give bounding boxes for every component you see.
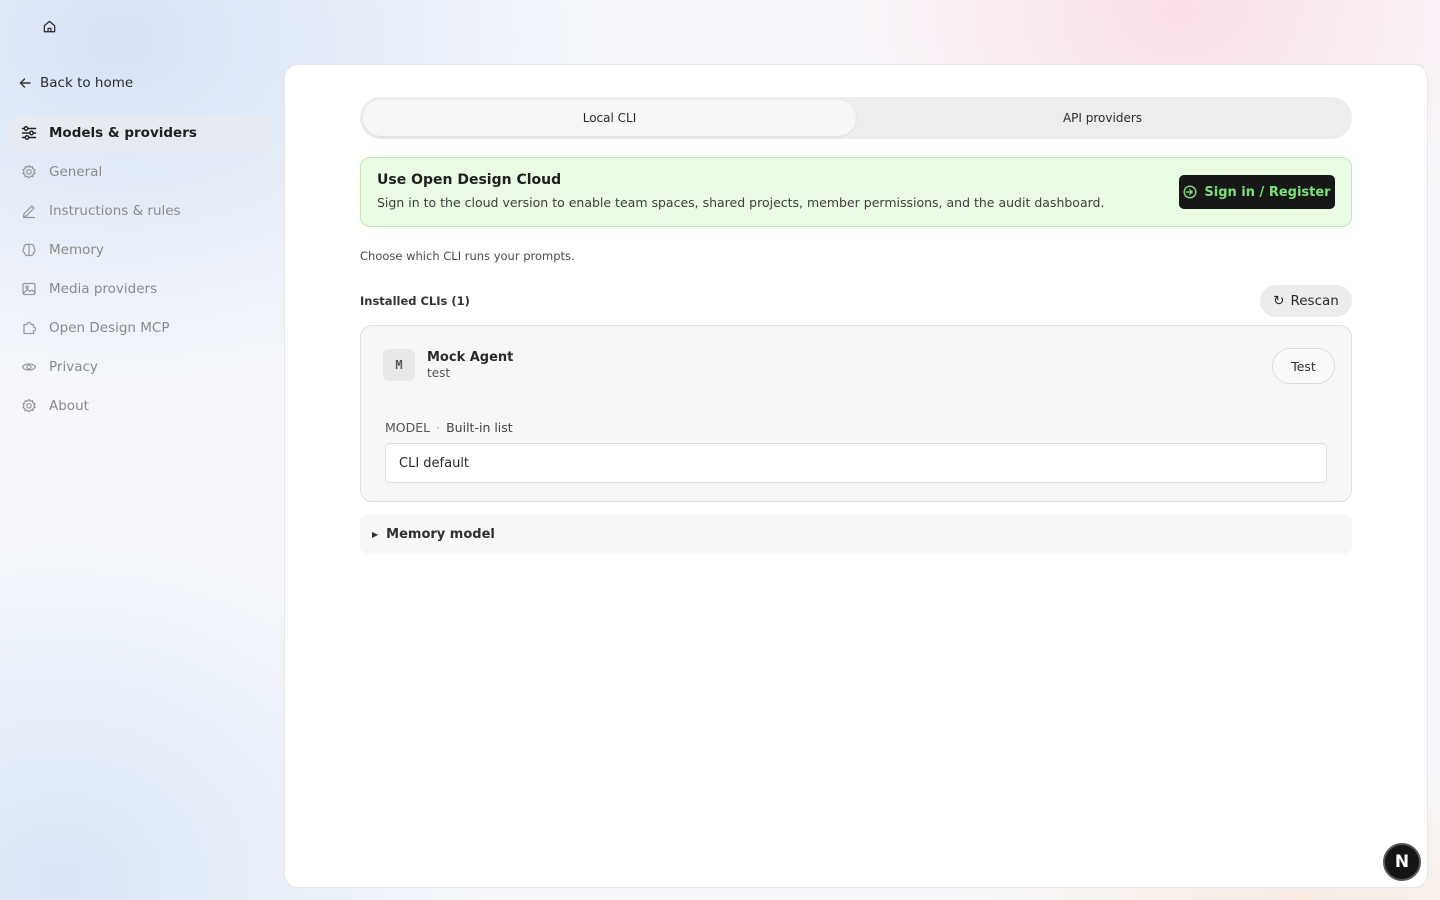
sidebar-item-label: Instructions & rules bbox=[49, 203, 181, 219]
home-button[interactable] bbox=[38, 15, 60, 37]
eye-icon bbox=[21, 363, 37, 371]
rescan-button[interactable]: ↻ Rescan bbox=[1260, 285, 1352, 317]
pencil-icon bbox=[22, 205, 35, 219]
memory-model-label: Memory model bbox=[386, 526, 495, 542]
back-to-home-link[interactable]: Back to home bbox=[18, 72, 133, 94]
gear-icon bbox=[22, 164, 36, 179]
cli-helper-text: Choose which CLI runs your prompts. bbox=[360, 249, 575, 263]
settings-panel: Local CLI API providers Use Open Design … bbox=[284, 64, 1428, 888]
sidebar-item-models-providers[interactable]: Models & providers bbox=[10, 115, 272, 151]
memory-model-disclosure[interactable]: ▶ Memory model bbox=[360, 514, 1352, 554]
model-source: Built-in list bbox=[446, 420, 513, 435]
sidebar-item-open-design-mcp[interactable]: Open Design MCP bbox=[10, 310, 272, 346]
model-label-row: MODEL · Built-in list bbox=[385, 420, 513, 435]
sidebar-item-memory[interactable]: Memory bbox=[10, 232, 272, 268]
sidebar-item-label: General bbox=[49, 164, 103, 180]
puzzle-icon bbox=[23, 321, 37, 335]
tab-local-cli[interactable]: Local CLI bbox=[363, 100, 856, 136]
agent-avatar: M bbox=[383, 349, 415, 381]
brain-icon bbox=[22, 243, 36, 257]
gear-icon bbox=[22, 398, 36, 413]
sidebar-item-label: Media providers bbox=[49, 281, 158, 297]
sidebar-item-label: Memory bbox=[49, 242, 104, 258]
sign-in-register-label: Sign in / Register bbox=[1204, 184, 1331, 200]
back-to-home-label: Back to home bbox=[40, 75, 134, 91]
sidebar-item-media-providers[interactable]: Media providers bbox=[10, 271, 272, 307]
installed-clis-header: Installed CLIs (1) ↻ Rescan bbox=[360, 285, 1352, 317]
refresh-icon: ↻ bbox=[1273, 293, 1285, 309]
sidebar-item-label: About bbox=[49, 398, 89, 414]
tab-api-providers[interactable]: API providers bbox=[856, 100, 1349, 136]
test-button[interactable]: Test bbox=[1272, 348, 1335, 384]
image-icon bbox=[22, 282, 36, 296]
installed-clis-label: Installed CLIs (1) bbox=[360, 294, 470, 308]
arrow-left-icon bbox=[19, 78, 31, 88]
sidebar-item-general[interactable]: General bbox=[10, 154, 272, 190]
cloud-banner: Use Open Design Cloud Sign in to the clo… bbox=[360, 157, 1352, 227]
provider-tabs: Local CLI API providers bbox=[360, 97, 1352, 139]
sidebar-item-about[interactable]: About bbox=[10, 388, 272, 424]
model-select[interactable]: CLI default bbox=[385, 443, 1327, 483]
sidebar-item-label: Models & providers bbox=[49, 125, 197, 141]
agent-subtitle: test bbox=[427, 366, 451, 380]
sidebar-item-label: Open Design MCP bbox=[49, 320, 170, 336]
floating-n-button[interactable]: N bbox=[1383, 843, 1421, 881]
sign-in-icon bbox=[1183, 185, 1197, 199]
rescan-label: Rescan bbox=[1290, 293, 1339, 309]
cloud-banner-title: Use Open Design Cloud bbox=[377, 172, 562, 188]
settings-content: Local CLI API providers Use Open Design … bbox=[360, 97, 1352, 554]
model-label: MODEL bbox=[385, 420, 431, 435]
agent-name: Mock Agent bbox=[427, 350, 514, 365]
model-separator: · bbox=[436, 420, 441, 435]
sidebar-item-label: Privacy bbox=[49, 359, 98, 375]
cli-agent-card: M Mock Agent test Test MODEL · Built-in … bbox=[360, 325, 1352, 502]
sidebar-item-privacy[interactable]: Privacy bbox=[10, 349, 272, 385]
sliders-icon bbox=[21, 126, 37, 140]
settings-sidebar: Models & providers General Instructions … bbox=[10, 115, 272, 427]
sign-in-register-button[interactable]: Sign in / Register bbox=[1179, 175, 1335, 209]
caret-right-icon: ▶ bbox=[372, 529, 379, 539]
home-icon bbox=[43, 20, 55, 32]
cloud-banner-description: Sign in to the cloud version to enable t… bbox=[377, 195, 1105, 210]
sidebar-item-instructions-rules[interactable]: Instructions & rules bbox=[10, 193, 272, 229]
